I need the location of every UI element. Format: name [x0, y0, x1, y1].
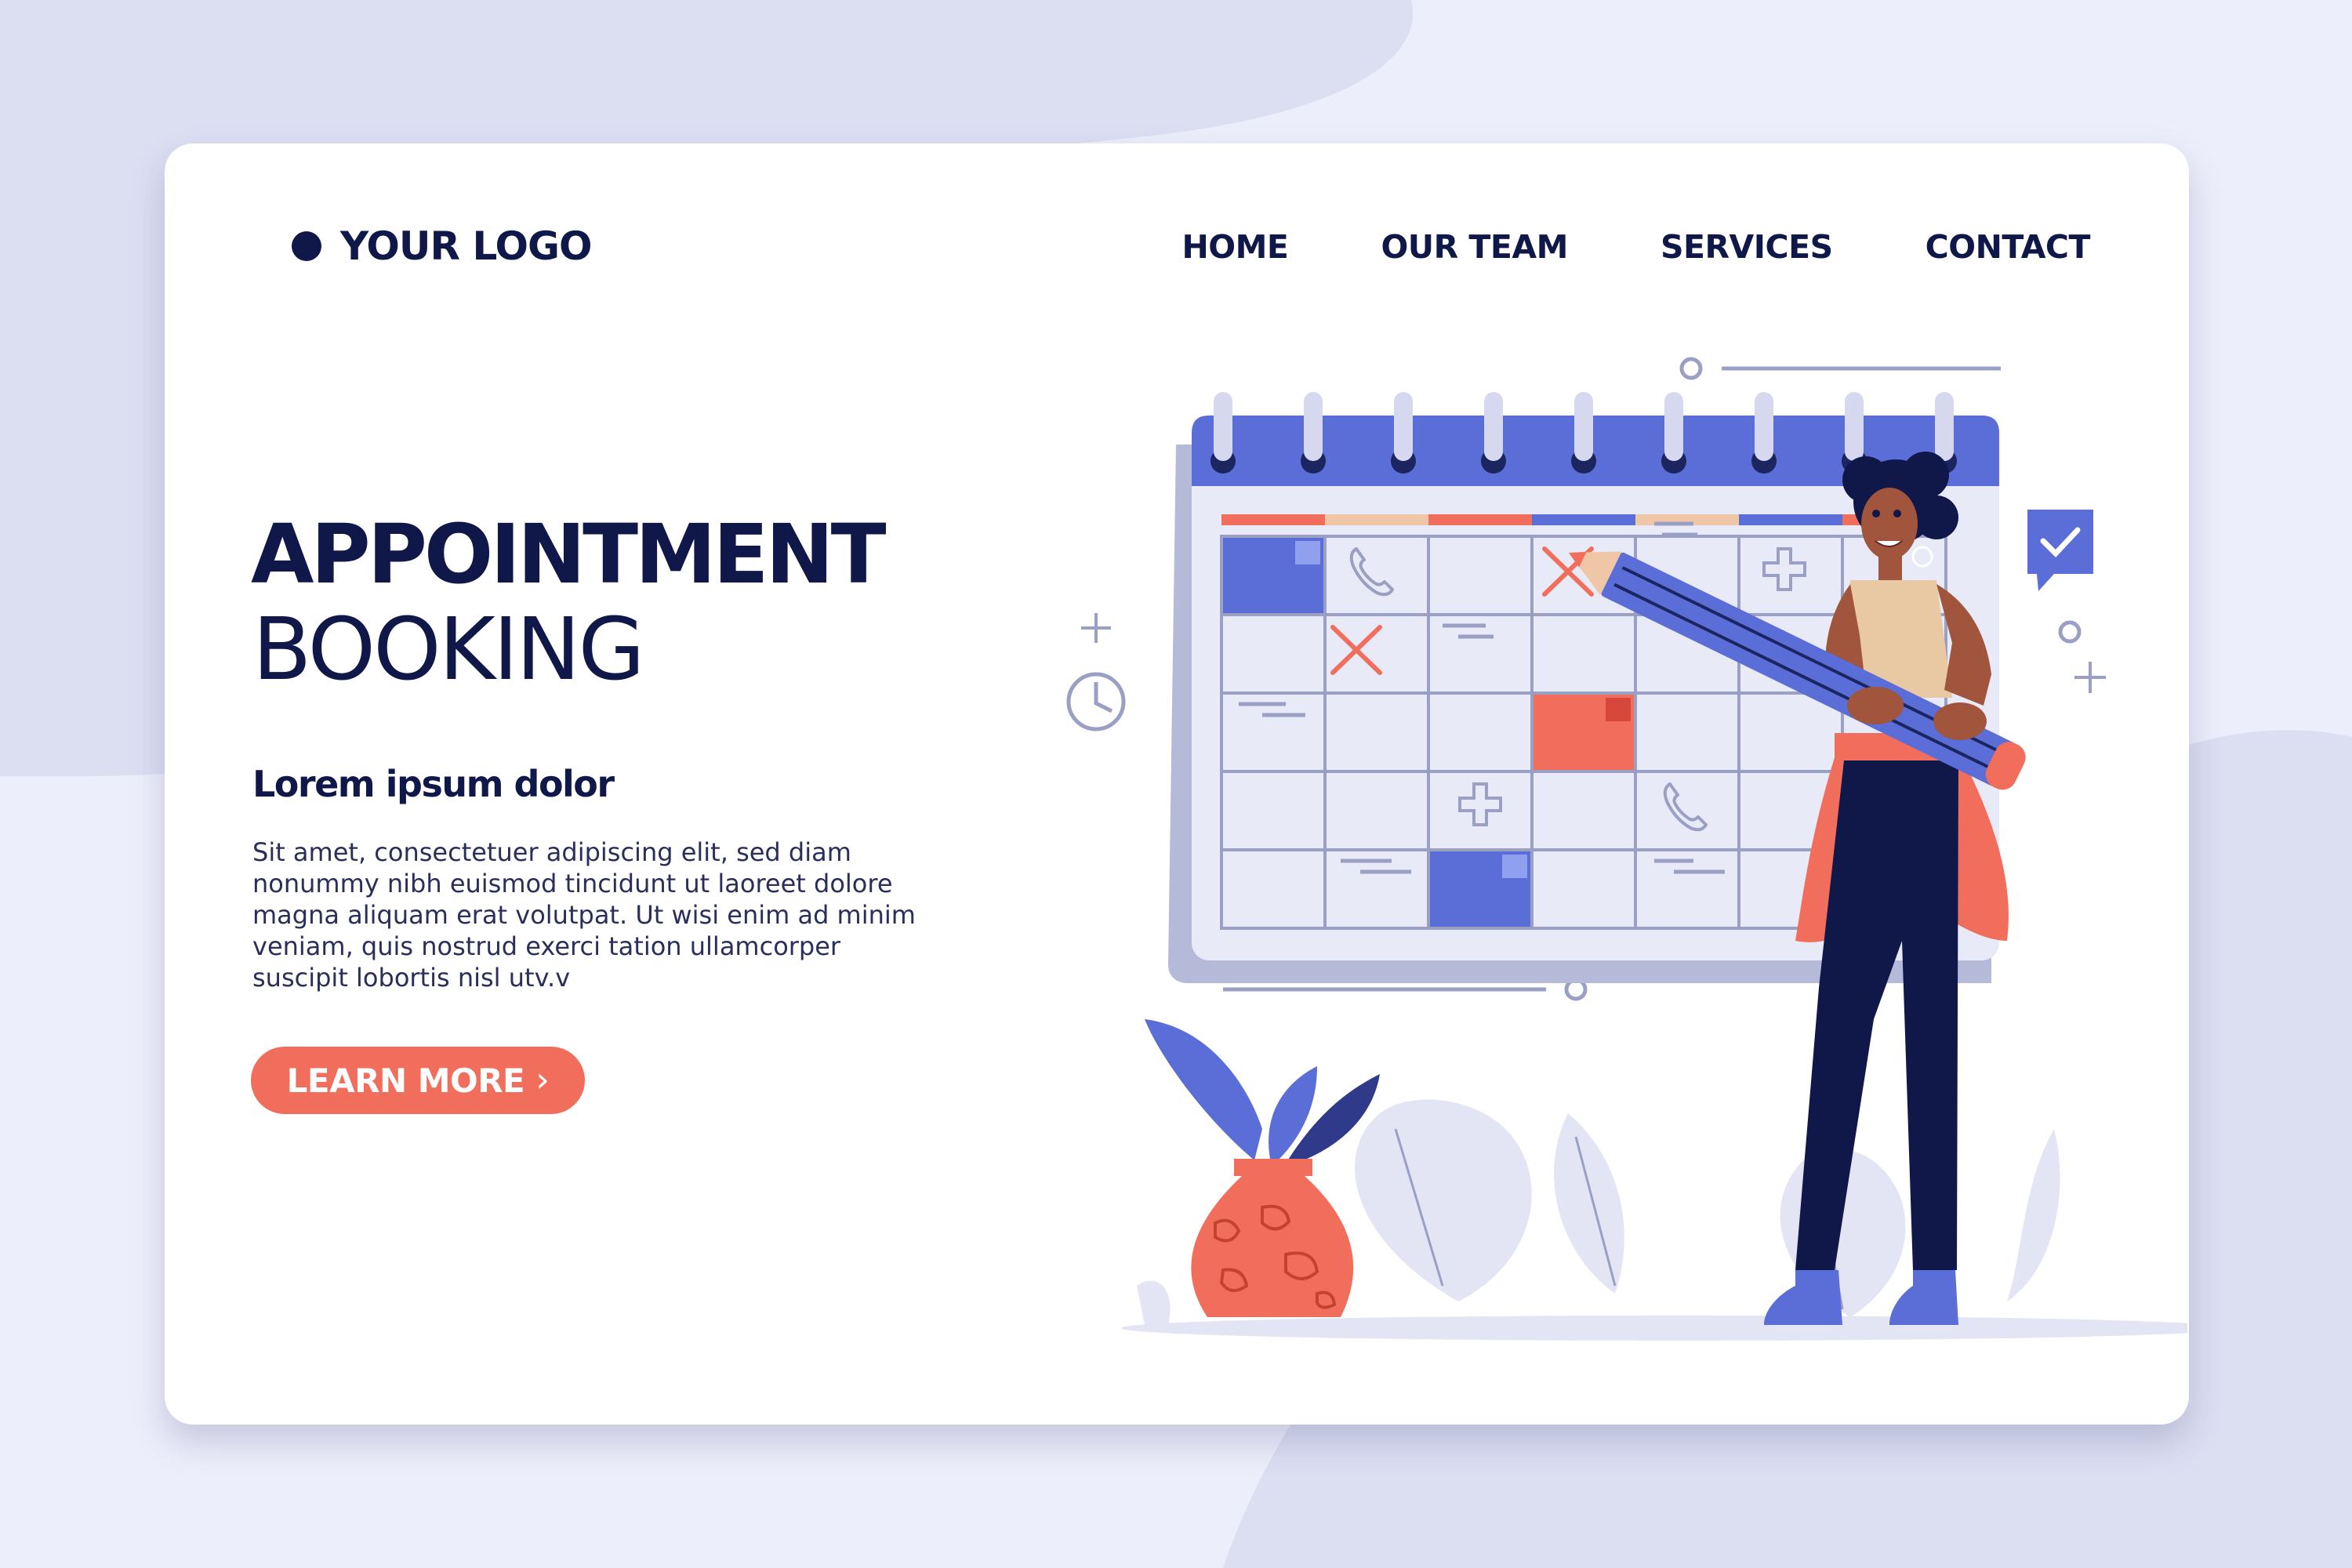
hero-title: APPOINTMENT	[251, 506, 887, 602]
clock-icon	[1066, 672, 1126, 731]
lead-heading: Lorem ipsum dolor	[252, 763, 615, 805]
main-nav: HOME OUR TEAM SERVICES CONTACT	[1181, 228, 2090, 266]
logo[interactable]: YOUR LOGO	[292, 223, 593, 269]
learn-more-button[interactable]: LEARN MORE ›	[251, 1047, 585, 1114]
nav-contact[interactable]: CONTACT	[1926, 228, 2091, 266]
appointment-illustration	[1066, 357, 2187, 1341]
logo-dot-icon	[292, 231, 321, 261]
calendar-color-strips	[1221, 514, 1946, 525]
checkmark-chat-icon	[2027, 510, 2093, 591]
nav-our-team[interactable]: OUR TEAM	[1381, 228, 1568, 266]
nav-services[interactable]: SERVICES	[1661, 228, 1833, 266]
body-text: Sit amet, consectetuer adipiscing elit, …	[252, 837, 916, 993]
logo-text: YOUR LOGO	[340, 223, 593, 269]
landing-page-card: YOUR LOGO HOME OUR TEAM SERVICES CONTACT…	[165, 143, 2189, 1425]
hero-subtitle: BOOKING	[252, 599, 645, 699]
ground-shadow	[1121, 1316, 2187, 1341]
nav-home[interactable]: HOME	[1181, 228, 1288, 266]
learn-more-label: LEARN MORE	[286, 1061, 525, 1100]
plant-pot-icon	[1145, 1019, 1380, 1317]
chevron-right-icon: ›	[535, 1060, 550, 1100]
